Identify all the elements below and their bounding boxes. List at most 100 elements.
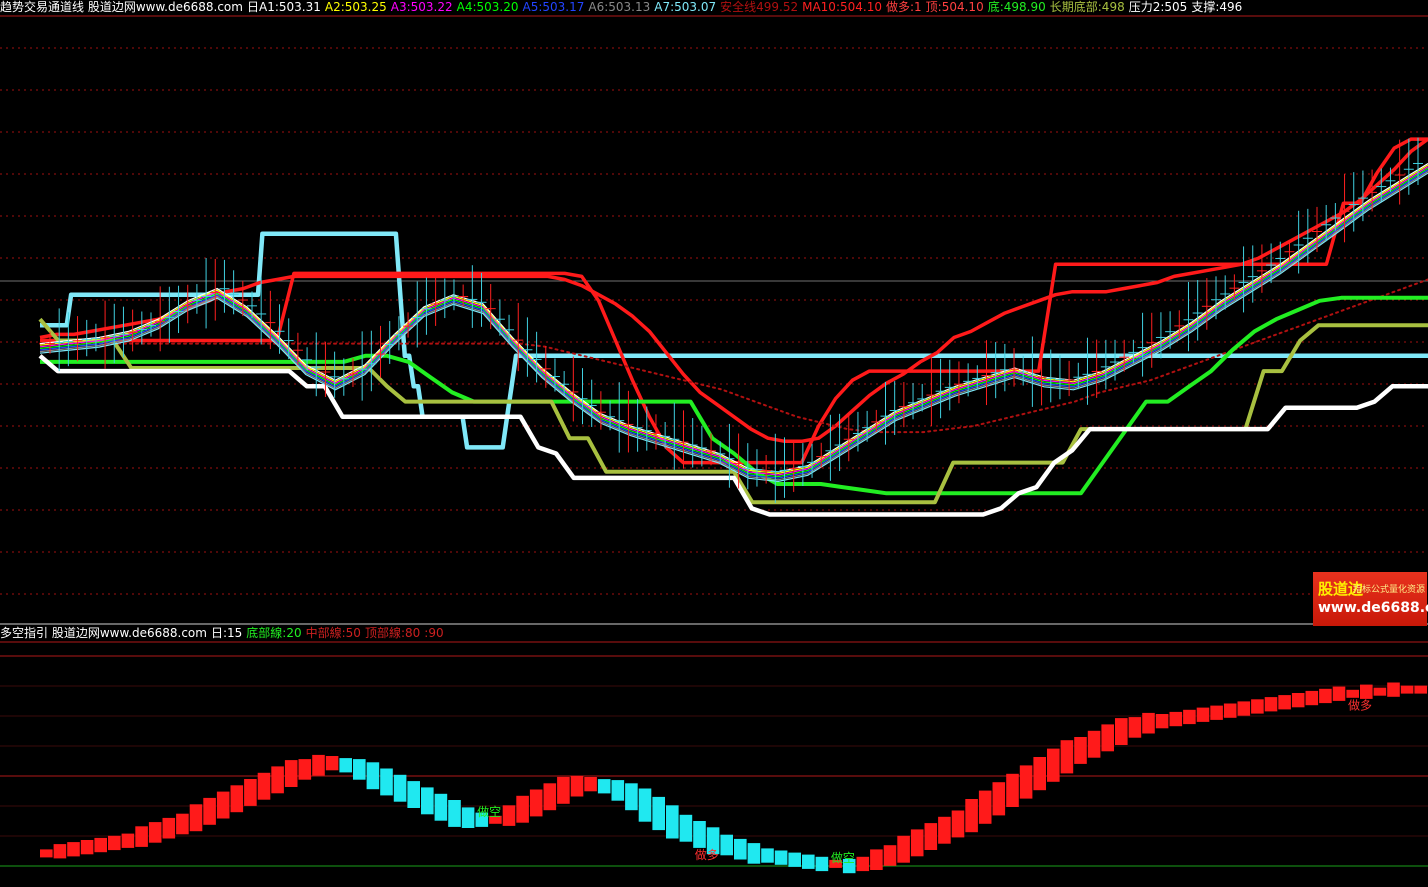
indicator-bar: [1291, 693, 1305, 708]
indicator-bar: [638, 788, 652, 822]
indicator-bar: [992, 782, 1006, 816]
indicator-bar: [1019, 765, 1033, 799]
indicator-bar: [325, 756, 339, 771]
indicator-bar: [148, 822, 162, 843]
header-value-12: 长期底部:498: [1049, 0, 1125, 14]
indicator-bar: [257, 772, 271, 800]
indicator-bar: [1305, 690, 1319, 706]
indicator-bar: [597, 779, 611, 794]
indicator-bar: [1101, 724, 1114, 752]
indicator-bar: [502, 805, 516, 826]
indicator-bar: [1074, 737, 1087, 764]
indicator-bar: [774, 850, 788, 865]
indicator-bar: [910, 829, 924, 857]
indicator-bar: [135, 826, 148, 847]
indicator-bar: [434, 793, 448, 821]
main-chart-title: 趋势交易通道线 股道边网www.de6688.com: [0, 0, 243, 14]
indicator-bar: [244, 779, 257, 806]
indicator-value-3: 顶部線:80: [364, 626, 421, 640]
indicator-bar: [1387, 682, 1400, 697]
chart-canvas: 做空做多 做空做多: [0, 15, 1428, 874]
indicator-value-2: 中部線:50: [305, 626, 361, 640]
header-value-11: 底:498.90: [987, 0, 1046, 14]
series-line-5: [38, 317, 1428, 505]
signal-label: 做空: [477, 804, 501, 819]
indicator-bar: [176, 813, 189, 835]
indicator-bar: [393, 774, 407, 802]
indicator-bar: [1155, 714, 1169, 729]
indicator-bar: [216, 791, 230, 819]
indicator-bar: [897, 835, 910, 863]
indicator-bar: [870, 849, 883, 870]
series-ma-bundle-5: [39, 170, 1428, 481]
header-value-8: MA10:504.10: [802, 0, 882, 14]
indicator-bar: [747, 843, 761, 864]
indicator-bar: [1196, 707, 1210, 722]
logo-line2: www.de6688.com: [1318, 600, 1428, 616]
indicator-bar: [1319, 688, 1332, 704]
indicator-bar: [189, 804, 203, 832]
indicator-bar: [1346, 689, 1359, 698]
indicator-bar: [1060, 740, 1074, 774]
indicator-bar: [1414, 685, 1427, 694]
header-value-4: A5:503.17: [522, 0, 585, 14]
indicator-bar: [1251, 699, 1264, 714]
indicator-bar: [108, 835, 121, 851]
indicator-bar: [938, 816, 951, 844]
indicator-bar: [1210, 705, 1223, 720]
indicator-bar: [529, 789, 543, 817]
main-chart-header: 趋势交易通道线 股道边网www.de6688.com 日A1:503.31 A2:5…: [0, 0, 1250, 15]
indicator-bar: [584, 777, 597, 792]
series-line-2: [40, 137, 1428, 465]
indicator-value-0: 日:15: [210, 626, 243, 640]
indicator-value-4: :90: [424, 626, 444, 640]
period-label: 日: [246, 0, 259, 14]
logo-line1b: 指标公式量化资源: [1353, 585, 1426, 595]
indicator-bar: [978, 790, 992, 824]
indicator-bar: [448, 800, 461, 827]
indicator-bar: [271, 766, 284, 794]
signal-label: 做空: [831, 850, 855, 865]
indicator-bar: [1278, 695, 1291, 710]
indicator-bar: [1264, 697, 1278, 712]
indicator-bar: [1400, 685, 1414, 694]
indicator-bar: [80, 840, 94, 855]
indicator-bar: [815, 856, 829, 872]
indicator-bar: [788, 852, 801, 867]
indicator-bar: [1237, 701, 1251, 716]
indicator-bar: [366, 762, 380, 790]
indicator-bar: [611, 780, 625, 801]
indicator-bar: [162, 817, 176, 839]
indicator-bar: [94, 837, 107, 853]
indicator-bar: [67, 842, 80, 857]
watermark-logo: 股道边 指标公式量化资源 www.de6688.com: [1313, 572, 1428, 626]
indicator-bar: [353, 759, 366, 780]
indicator-bar: [543, 783, 557, 811]
indicator-bar: [924, 823, 938, 850]
indicator-bar: [1006, 773, 1019, 807]
header-value-0: A1:503.31: [258, 0, 321, 14]
indicator-bar: [802, 854, 815, 869]
indicator-bar: [53, 844, 67, 859]
indicator-bar: [856, 856, 870, 872]
signal-label: 做多: [695, 847, 719, 862]
indicator-bar: [516, 795, 529, 823]
signal-label: 做多: [1348, 698, 1372, 713]
indicator-bar: [461, 807, 475, 828]
indicator-bar: [1373, 687, 1387, 696]
indicator-bar: [1183, 709, 1196, 725]
header-value-5: A6:503.13: [588, 0, 651, 14]
header-value-1: A2:503.25: [324, 0, 387, 14]
indicator-bar: [734, 838, 747, 860]
header-value-10: 顶:504.10: [925, 0, 984, 14]
indicator-bar: [1332, 686, 1346, 701]
indicator-bar: [407, 781, 420, 808]
indicator-header: 多空指引 股道边网www.de6688.com 日:15 底部線:20 中部線:50 顶…: [0, 626, 452, 641]
indicator-bar: [1128, 717, 1142, 738]
series-line-1: [39, 137, 1428, 444]
indicator-bar: [298, 759, 312, 780]
indicator-bar: [693, 821, 706, 848]
indicator-bar: [570, 775, 584, 797]
indicator-bar: [203, 797, 216, 825]
header-value-6: A7:503.07: [654, 0, 717, 14]
